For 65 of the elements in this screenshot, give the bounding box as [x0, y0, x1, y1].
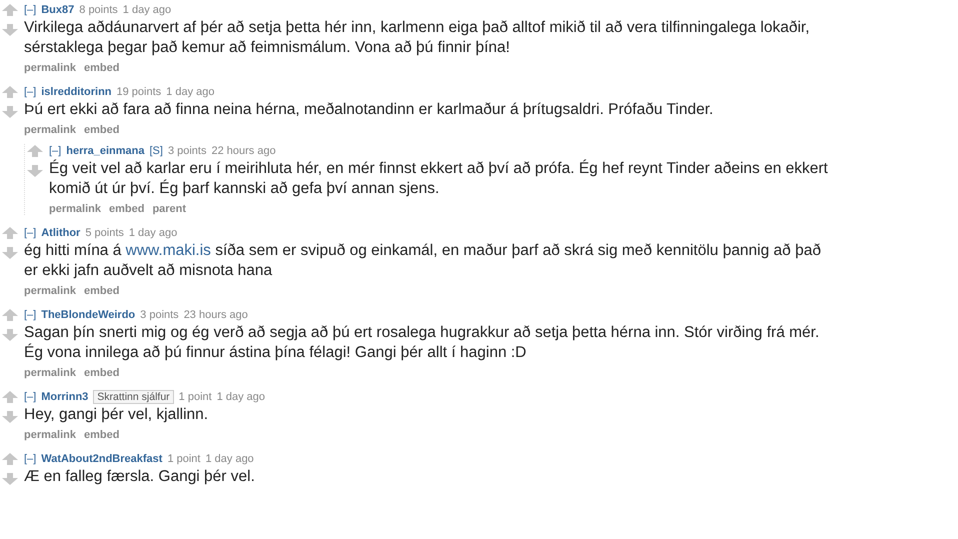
action-link[interactable]: embed: [84, 124, 120, 136]
comment-time: 1 day ago: [216, 391, 266, 403]
comment-text: Hey, gangi þér vel, kjallinn.: [24, 405, 210, 425]
downvote-arrow-icon[interactable]: [2, 247, 18, 259]
upvote-arrow-icon[interactable]: [2, 4, 18, 16]
upvote-arrow-icon[interactable]: [27, 145, 43, 157]
comment-score: 1 point: [178, 391, 212, 403]
comment-time: 1 day ago: [122, 4, 172, 16]
comment-text: Æ en falleg færsla. Gangi þér vel.: [24, 467, 256, 487]
comment-text: Ég veit vel að karlar eru í meirihluta hér, en mér finnst ekkert að því að prófa. Ég hef reynt Tinder aðeins en ekkert komið út úr því. Ég þarf kannski að gefa því annan sjens.: [49, 159, 829, 199]
comment-score: 3 points: [140, 309, 179, 321]
action-link[interactable]: permalink: [24, 429, 76, 441]
collapse-toggle[interactable]: [–]: [24, 309, 36, 321]
action-link[interactable]: embed: [84, 62, 120, 74]
collapse-toggle[interactable]: [–]: [24, 86, 36, 98]
upvote-arrow-icon[interactable]: [2, 86, 18, 98]
username-link[interactable]: Bux87: [41, 4, 74, 16]
upvote-arrow-icon[interactable]: [2, 391, 18, 403]
action-link[interactable]: embed: [84, 367, 120, 379]
upvote-arrow-icon[interactable]: [2, 453, 18, 465]
action-link[interactable]: embed: [84, 429, 120, 441]
username-link[interactable]: TheBlondeWeirdo: [41, 309, 136, 321]
collapse-toggle[interactable]: [–]: [24, 4, 36, 16]
collapse-toggle[interactable]: [–]: [49, 145, 62, 157]
comment-text: Sagan þín snerti mig og ég verð að segja að þú ert rosalega hugrakkur að setja þetta hérna inn. Stór virðing frá mér. Ég vona innilega að þú finnur ástina þína félagi! Gangi þér allt í haginn :D: [24, 323, 820, 363]
collapse-toggle[interactable]: [–]: [24, 391, 36, 403]
upvote-arrow-icon[interactable]: [2, 227, 18, 239]
downvote-arrow-icon[interactable]: [2, 411, 18, 423]
downvote-arrow-icon[interactable]: [2, 473, 18, 485]
comment-text: Þú ert ekki að fara að finna neina hérna, meðalnotandinn er karlmaður á þrítugsaldri. Prófaðu Tinder.: [24, 100, 714, 120]
action-link[interactable]: permalink: [24, 285, 76, 297]
comment-time: 22 hours ago: [211, 145, 276, 157]
username-link[interactable]: islredditorinn: [41, 86, 112, 98]
action-link[interactable]: permalink: [24, 367, 76, 379]
link[interactable]: www.maki.is: [126, 242, 211, 259]
downvote-arrow-icon[interactable]: [27, 165, 43, 177]
action-link[interactable]: permalink: [24, 62, 76, 74]
comment-score: 5 points: [85, 227, 124, 239]
comment-time: 23 hours ago: [184, 309, 248, 321]
action-link[interactable]: permalink: [49, 203, 101, 215]
upvote-arrow-icon[interactable]: [2, 309, 18, 321]
action-link[interactable]: embed: [84, 285, 120, 297]
comment-time: 1 day ago: [205, 453, 254, 465]
user-flair: Skrattinn sjálfur: [93, 390, 174, 404]
comment-score: 8 points: [79, 4, 118, 16]
collapse-toggle[interactable]: [–]: [24, 453, 36, 465]
action-link[interactable]: permalink: [24, 124, 76, 136]
username-link[interactable]: herra_einmana: [66, 145, 144, 157]
action-link[interactable]: embed: [108, 203, 144, 215]
comment-time: 1 day ago: [128, 227, 178, 239]
comment-text: Virkilega aðdáunarvert af þér að setja þetta hér inn, karlmenn eiga það alltof mikið til að vera tilfinningalega lokaðir, sérstaklega þegar það kemur að feimnismálum. Vona að þú finnir þína!: [24, 18, 811, 58]
username-link[interactable]: WatAbout2ndBreakfast: [41, 453, 162, 465]
submitter-tag[interactable]: [S]: [150, 145, 163, 157]
comment-score: 3 points: [168, 145, 206, 157]
comment-text: ég hitti mína á www.maki.is síða sem er svipuð og einkamál, en maður þarf að skrá sig með kennitölu þannig að það er ekki jafn auðvelt að misnota hana: [24, 241, 822, 281]
collapse-toggle[interactable]: [–]: [24, 227, 36, 239]
action-link[interactable]: parent: [152, 203, 186, 215]
downvote-arrow-icon[interactable]: [2, 106, 18, 118]
comment-time: 1 day ago: [166, 86, 214, 98]
downvote-arrow-icon[interactable]: [2, 24, 18, 36]
username-link[interactable]: Morrinn3: [41, 391, 88, 403]
downvote-arrow-icon[interactable]: [2, 329, 18, 341]
comment-score: 1 point: [167, 453, 200, 465]
comment-score: 19 points: [116, 86, 162, 98]
username-link[interactable]: Atlithor: [41, 227, 80, 239]
